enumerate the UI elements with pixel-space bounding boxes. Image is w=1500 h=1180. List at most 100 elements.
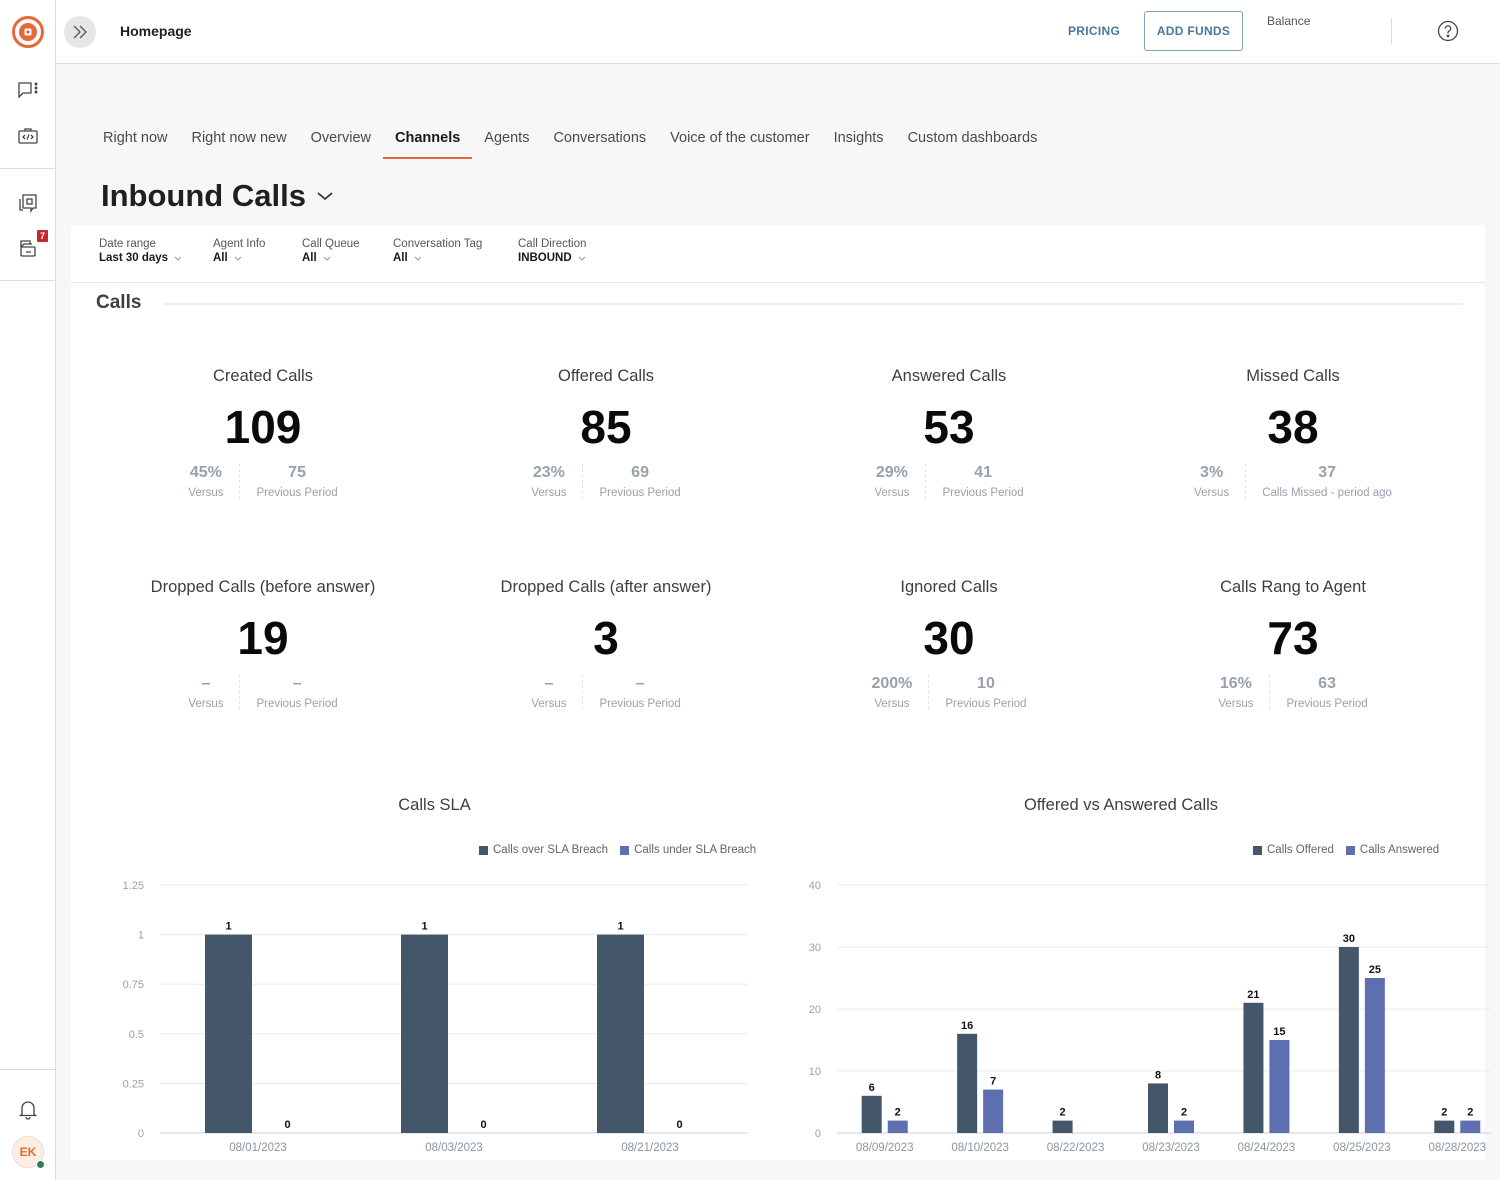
kpi-title: Calls Rang to Agent	[1220, 578, 1366, 596]
kpi-previous-value: 37	[1318, 464, 1336, 481]
legend-label: Calls under SLA Breach	[634, 844, 757, 856]
legend-item[interactable]: Calls under SLA Breach	[620, 844, 756, 856]
legend-item[interactable]: Calls over SLA Breach	[479, 844, 608, 856]
chart-legend-calls-sla: Calls over SLA Breach Calls under SLA Br…	[479, 844, 756, 856]
sidebar-divider	[0, 1069, 55, 1070]
kpi-previous-value: 10	[977, 675, 995, 692]
balance-label: Balance	[1267, 14, 1311, 28]
conversations-icon[interactable]	[16, 191, 40, 215]
kpi-versus-label: Versus	[1218, 698, 1254, 710]
kpi-previous: – Previous Period	[583, 675, 696, 710]
tab-custom-dashboards[interactable]: Custom dashboards	[896, 120, 1050, 158]
bar	[1148, 1083, 1168, 1133]
tab-insights[interactable]: Insights	[822, 120, 896, 158]
bell-icon[interactable]	[16, 1097, 40, 1121]
kpi-title: Ignored Calls	[900, 578, 998, 596]
dashboard-selector[interactable]: Inbound Calls	[101, 178, 334, 214]
data-label: 2	[1467, 1107, 1473, 1119]
filter-call-direction[interactable]: Call Direction INBOUND	[518, 238, 586, 264]
y-tick-label: 40	[809, 880, 821, 892]
bar	[983, 1089, 1004, 1133]
x-tick-label: 08/22/2023	[1047, 1142, 1105, 1154]
y-tick-label: 1	[138, 930, 144, 942]
tab-right-now[interactable]: Right now	[91, 120, 179, 158]
breadcrumb[interactable]: Homepage	[120, 23, 192, 39]
kpi-previous-value: –	[292, 675, 302, 692]
data-label: 30	[1343, 933, 1355, 945]
dashboard-tabs: Right now Right now new Overview Channel…	[91, 120, 1050, 159]
x-tick-label: 08/03/2023	[425, 1142, 483, 1154]
filter-call-queue[interactable]: Call Queue All	[302, 238, 360, 264]
chevron-down-icon	[578, 256, 586, 261]
y-tick-label: 0.75	[123, 979, 144, 991]
kpi-value: 109	[224, 401, 302, 453]
filter-date-range[interactable]: Date range Last 30 days	[99, 238, 182, 264]
filter-label: Call Direction	[518, 238, 587, 250]
kpi-versus-value: 29%	[875, 464, 908, 481]
section-title: Calls	[96, 292, 142, 313]
x-tick-label: 08/24/2023	[1238, 1142, 1296, 1154]
kpi-comparison: 45% Versus 75 Previous Period	[113, 464, 413, 499]
bar	[1052, 1120, 1073, 1133]
tab-conversations[interactable]: Conversations	[541, 120, 658, 158]
tab-overview[interactable]: Overview	[299, 120, 383, 158]
expand-sidebar-button[interactable]	[64, 16, 96, 48]
chat-menu-icon[interactable]	[16, 79, 40, 103]
x-tick-label: 08/21/2023	[621, 1142, 679, 1154]
kpi-previous: 69 Previous Period	[583, 464, 696, 499]
filter-value: All	[393, 252, 408, 264]
data-label: 2	[895, 1107, 901, 1119]
kpi-value: 85	[580, 401, 632, 453]
bar	[1364, 978, 1385, 1133]
bar	[1434, 1120, 1455, 1133]
filter-conversation-tag[interactable]: Conversation Tag All	[393, 238, 482, 264]
kpi-previous-value: 63	[1318, 675, 1336, 692]
chevron-down-icon	[317, 192, 333, 201]
kpi-previous: 10 Previous Period	[929, 675, 1042, 710]
bar	[401, 934, 448, 1133]
code-briefcase-icon[interactable]	[16, 124, 40, 148]
legend-item[interactable]: Calls Answered	[1345, 844, 1439, 856]
kpi-previous-value: 69	[631, 464, 649, 481]
tab-channels[interactable]: Channels	[383, 120, 473, 159]
filter-label: Conversation Tag	[393, 238, 483, 250]
kpi-previous-label: Previous Period	[599, 487, 681, 499]
add-funds-button[interactable]: ADD FUNDS	[1144, 11, 1243, 51]
help-circle-icon[interactable]	[1437, 20, 1459, 42]
sidebar-divider	[0, 168, 55, 169]
data-label: 7	[990, 1076, 996, 1088]
chart-title-calls-sla: Calls SLA	[398, 796, 471, 814]
kpi-comparison: – Versus – Previous Period	[456, 675, 756, 710]
tab-right-now-new[interactable]: Right now new	[179, 120, 298, 158]
kpi-previous-label: Previous Period	[1286, 698, 1368, 710]
pricing-link[interactable]: PRICING	[1068, 24, 1120, 38]
tab-voice-of-the-customer[interactable]: Voice of the customer	[658, 120, 821, 158]
kpi-versus-value: 3%	[1200, 464, 1224, 481]
kpi-value: 3	[593, 612, 619, 664]
kpi-versus-value: 23%	[532, 464, 565, 481]
avatar[interactable]: EK	[12, 1136, 45, 1169]
dashboard-panel: Date range Last 30 days Agent Info All C…	[71, 225, 1491, 1160]
sidebar: 7 EK	[0, 0, 56, 1180]
kpi-previous: 37 Calls Missed - period ago	[1246, 464, 1408, 499]
kpi-comparison: – Versus – Previous Period	[113, 675, 413, 710]
kpi-previous: 75 Previous Period	[240, 464, 353, 499]
data-label: 0	[676, 1119, 682, 1131]
chevron-down-icon	[414, 256, 422, 261]
chart-legend-offered-vs-answered: Calls Offered Calls Answered	[1253, 844, 1439, 856]
filter-agent-info[interactable]: Agent Info All	[213, 238, 265, 264]
brand-logo-icon[interactable]	[12, 16, 44, 48]
topbar: Homepage PRICING ADD FUNDS Balance	[56, 0, 1500, 64]
kpi-value: 38	[1267, 401, 1319, 453]
filter-label: Agent Info	[213, 238, 266, 250]
kpi-versus: – Versus	[515, 675, 584, 710]
legend-item[interactable]: Calls Offered	[1253, 844, 1334, 856]
tab-agents[interactable]: Agents	[472, 120, 541, 158]
data-label: 1	[617, 921, 623, 933]
calls-sla-chart: 0 0.25 0.5 0.75 1 1.25 1 0 08/01/2023 1 0 08/03/202…	[123, 880, 748, 1154]
section-divider	[163, 303, 1463, 305]
chevron-down-icon	[323, 256, 331, 261]
kpi-previous: – Previous Period	[240, 675, 353, 710]
inbox-icon[interactable]: 7	[16, 230, 48, 260]
filter-label: Call Queue	[302, 238, 360, 250]
